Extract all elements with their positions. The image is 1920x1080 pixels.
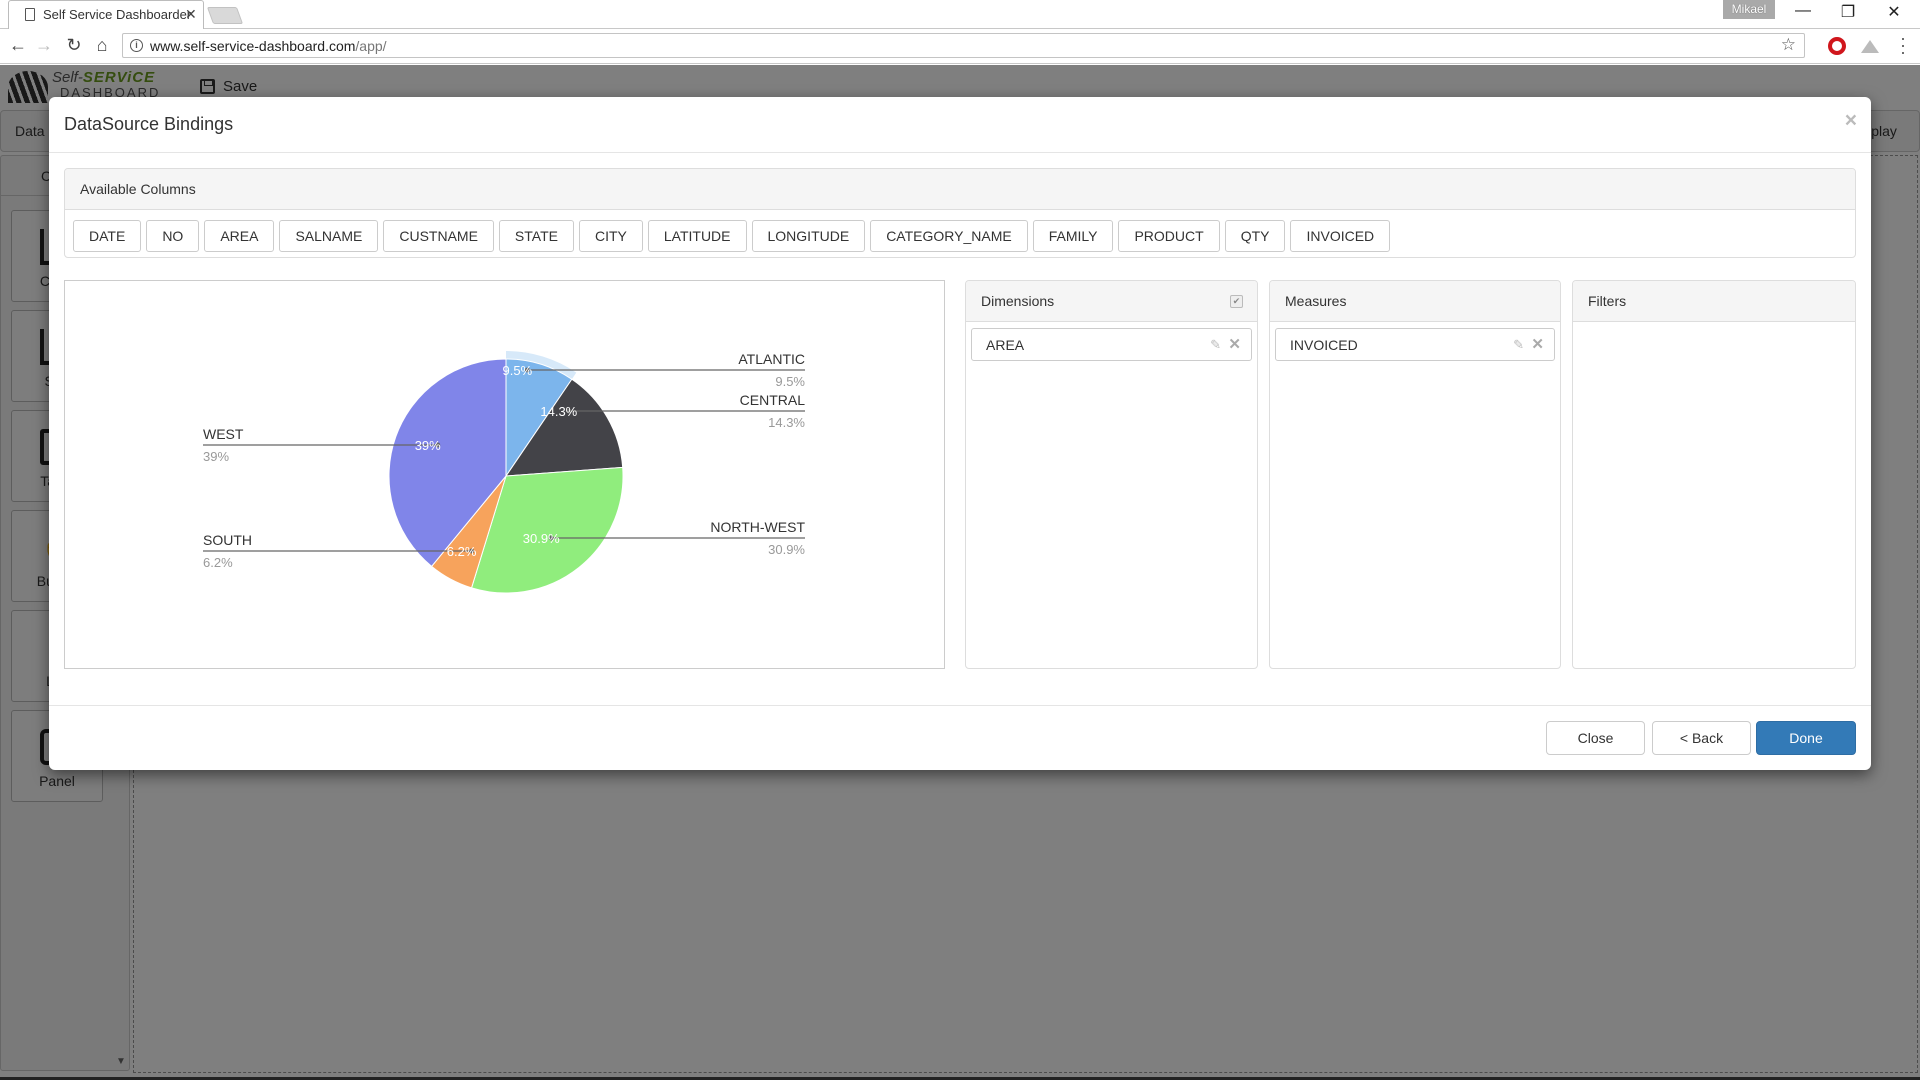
close-button[interactable]: Close [1546, 721, 1645, 755]
modal-header: DataSource Bindings × [49, 97, 1871, 153]
column-button-category-name[interactable]: CATEGORY_NAME [870, 220, 1028, 252]
window-close-icon[interactable]: ✕ [1874, 2, 1914, 22]
bookmark-star-icon[interactable]: ☆ [1781, 35, 1796, 55]
legend-label: NORTH-WEST [710, 519, 805, 535]
column-button-city[interactable]: CITY [578, 220, 643, 252]
browser-tab-bar: Self Service Dashboarder ✕ Mikael — ❐ ✕ [0, 0, 1920, 29]
info-icon[interactable]: i [130, 39, 143, 52]
back-arrow-icon[interactable]: ← [6, 35, 30, 56]
home-icon[interactable]: ⌂ [90, 35, 114, 56]
remove-icon[interactable]: ✕ [1228, 335, 1241, 353]
column-button-latitude[interactable]: LATITUDE [647, 220, 747, 252]
modal-title: DataSource Bindings [64, 114, 234, 134]
legend-value: 39% [203, 449, 229, 464]
url-path: /app/ [355, 38, 387, 54]
column-button-state[interactable]: STATE [498, 220, 574, 252]
checkbox-check-icon[interactable]: ✔ [1230, 295, 1243, 308]
filters-panel[interactable]: Filters [1572, 280, 1856, 669]
column-button-family[interactable]: FAMILY [1032, 220, 1114, 252]
available-columns-panel: Available Columns DATE NO AREA SALNAME CUSTN… [64, 168, 1856, 258]
legend-value: 30.9% [768, 542, 805, 557]
new-tab-button[interactable] [206, 7, 244, 24]
done-button[interactable]: Done [1756, 721, 1856, 755]
legend-label: CENTRAL [740, 392, 806, 408]
legend-value: 14.3% [768, 415, 805, 430]
back-button[interactable]: < Back [1652, 721, 1751, 755]
restore-icon[interactable]: ❐ [1828, 2, 1868, 22]
column-button-salname[interactable]: SALNAME [279, 220, 379, 252]
column-button-qty[interactable]: QTY [1224, 220, 1286, 252]
tab-title: Self Service Dashboarder [43, 7, 192, 22]
column-button-custname[interactable]: CUSTNAME [383, 220, 494, 252]
browser-menu-icon[interactable]: · · · [1898, 29, 1908, 61]
pencil-icon[interactable]: ✎ [1210, 337, 1221, 353]
minimize-icon[interactable]: — [1783, 2, 1823, 20]
measures-heading: Measures [1270, 281, 1560, 322]
legend-label: ATLANTIC [738, 351, 805, 367]
legend-label: SOUTH [203, 532, 252, 548]
url-input[interactable]: i www.self-service-dashboard.com/app/ ☆ [122, 33, 1805, 58]
pencil-icon[interactable]: ✎ [1513, 337, 1524, 353]
legend-value: 6.2% [203, 555, 233, 570]
dimensions-panel[interactable]: Dimensions ✔ AREA ✎ ✕ [965, 280, 1258, 669]
dimension-item-label: AREA [986, 337, 1025, 353]
close-icon[interactable]: × [1845, 109, 1857, 133]
slice-value-label: 30.9% [523, 531, 560, 546]
datasource-bindings-modal: DataSource Bindings × Available Columns … [49, 97, 1871, 770]
column-button-product[interactable]: PRODUCT [1118, 220, 1220, 252]
dimension-item[interactable]: AREA ✎ ✕ [971, 328, 1252, 361]
column-list: DATE NO AREA SALNAME CUSTNAME STATE CITY LATITU… [73, 220, 1391, 252]
slice-value-label: 9.5% [503, 363, 533, 378]
remove-icon[interactable]: ✕ [1531, 335, 1544, 353]
column-button-area[interactable]: AREA [204, 220, 275, 252]
filters-heading: Filters [1573, 281, 1855, 322]
column-button-invoiced[interactable]: INVOICED [1290, 220, 1391, 252]
forward-arrow-icon[interactable]: → [32, 35, 56, 56]
dimensions-heading: Dimensions [981, 293, 1055, 309]
column-button-no[interactable]: NO [146, 220, 200, 252]
slice-value-label: 14.3% [540, 404, 577, 419]
browser-tab[interactable]: Self Service Dashboarder ✕ [8, 0, 204, 29]
tab-close-icon[interactable]: ✕ [185, 6, 197, 23]
address-bar-row: ← → ↻ ⌂ i www.self-service-dashboard.com… [0, 29, 1920, 64]
slice-value-label: 39% [415, 438, 441, 453]
drive-extension-icon[interactable] [1861, 40, 1879, 53]
opera-extension-icon[interactable] [1828, 37, 1846, 55]
measure-item[interactable]: INVOICED ✎ ✕ [1275, 328, 1555, 361]
legend-value: 9.5% [775, 374, 805, 389]
measures-panel[interactable]: Measures INVOICED ✎ ✕ [1269, 280, 1561, 669]
available-columns-heading: Available Columns [65, 169, 1855, 210]
url-host: www.self-service-dashboard.com [150, 38, 356, 54]
column-button-date[interactable]: DATE [73, 220, 142, 252]
pie-chart: 9.5% ATLANTIC 9.5% 14.3% CENTRAL 14.3% 30.9% NO… [203, 351, 806, 594]
column-button-longitude[interactable]: LONGITUDE [751, 220, 866, 252]
reload-icon[interactable]: ↻ [62, 35, 86, 56]
measure-item-label: INVOICED [1290, 337, 1358, 353]
profile-badge[interactable]: Mikael [1723, 0, 1775, 19]
chart-preview: 9.5% ATLANTIC 9.5% 14.3% CENTRAL 14.3% 30.9% NO… [64, 280, 945, 669]
modal-footer: Close < Back Done [49, 705, 1871, 770]
page-icon [25, 8, 35, 21]
slice-value-label: 6.2% [447, 544, 477, 559]
legend-label: WEST [203, 426, 244, 442]
